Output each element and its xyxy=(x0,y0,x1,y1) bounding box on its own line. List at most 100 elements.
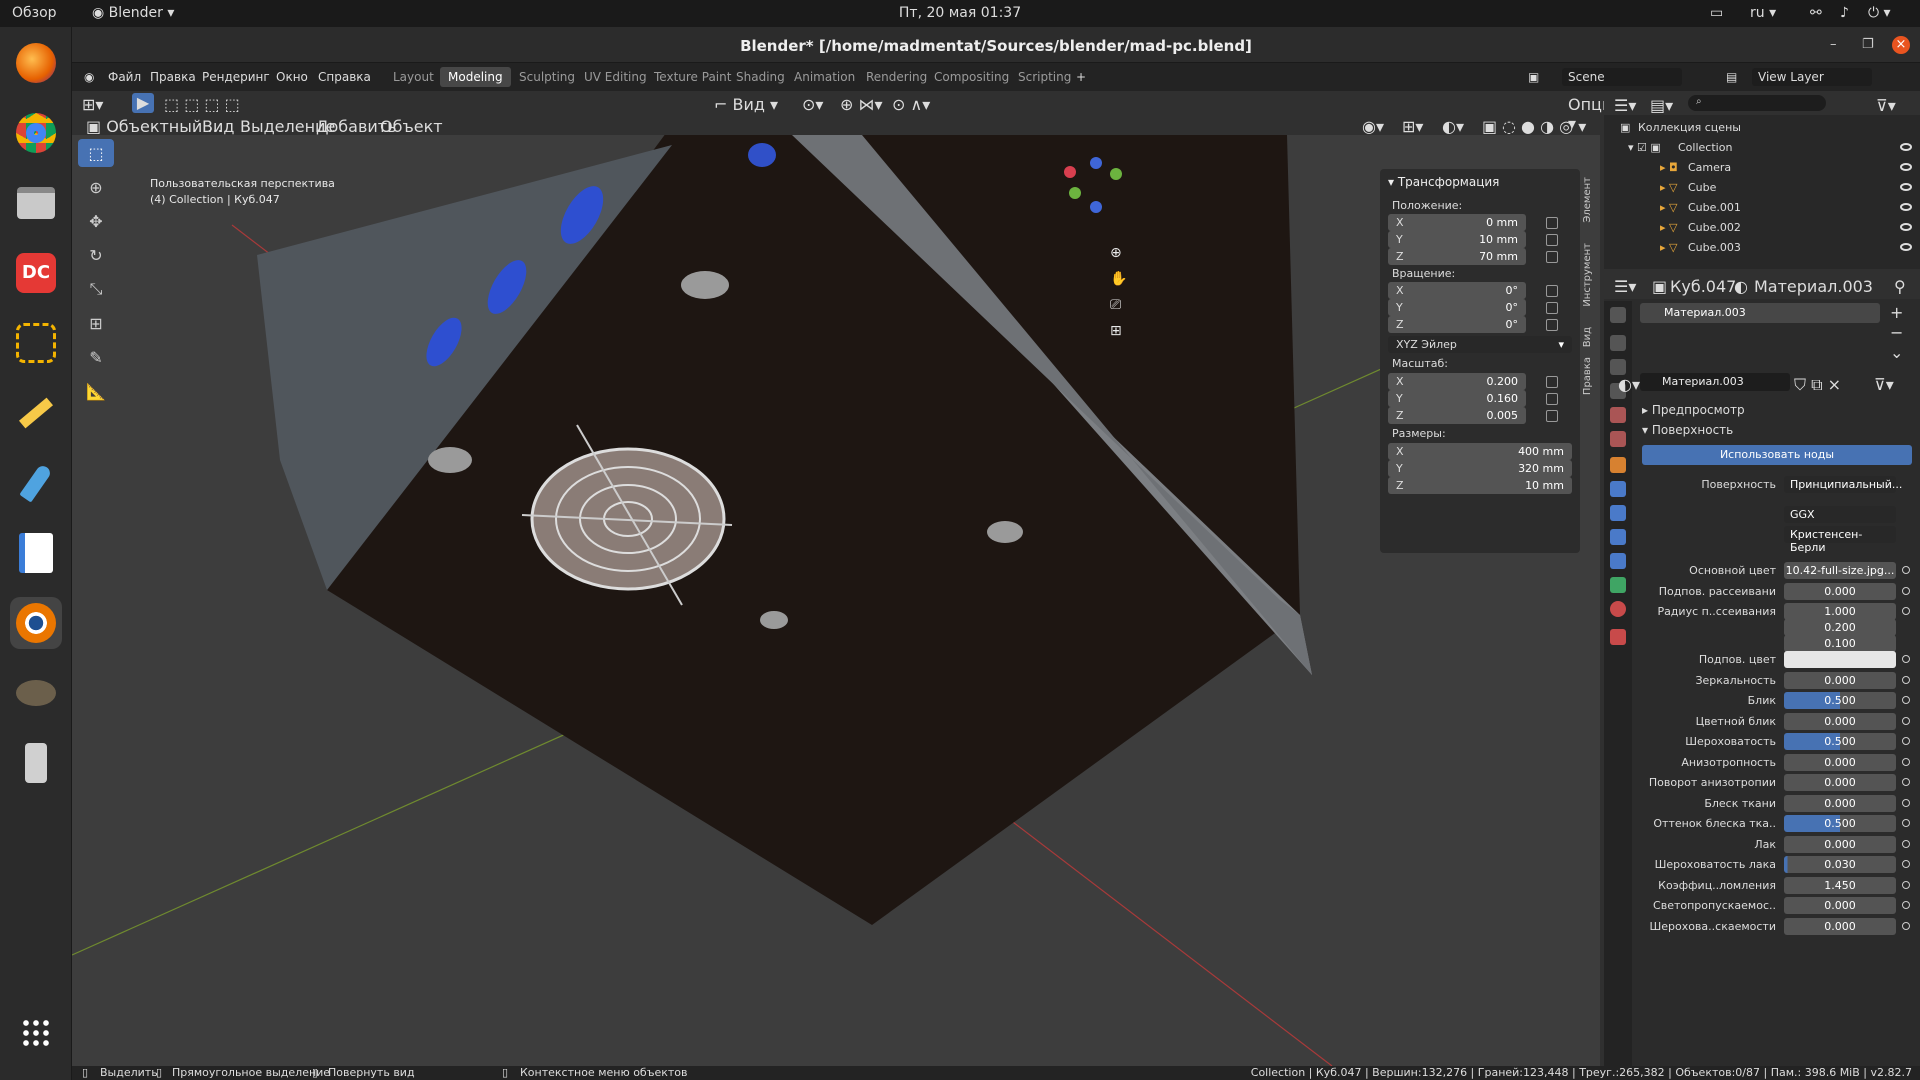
visibility-icon[interactable]: ◉▾ xyxy=(1362,117,1384,136)
tab-animation[interactable]: Animation xyxy=(786,67,863,87)
material-slot[interactable]: Материал.003 xyxy=(1640,303,1880,323)
eye-icon[interactable] xyxy=(1900,143,1912,151)
socket-icon[interactable] xyxy=(1902,839,1910,848)
scene-field[interactable]: Scene xyxy=(1562,68,1682,86)
zoom-icon[interactable]: ⊕ xyxy=(1110,245,1122,261)
pivot-icon[interactable]: ⊙▾ xyxy=(802,95,823,114)
gizmo-icon[interactable]: ⊞▾ xyxy=(1402,117,1423,136)
editor-type-icon[interactable]: ⊞▾ xyxy=(82,95,103,114)
lock-icon[interactable] xyxy=(1546,302,1558,314)
blender-icon[interactable] xyxy=(10,597,62,649)
lock-icon[interactable] xyxy=(1546,319,1558,331)
material-actions-icons[interactable]: ⛉ ⧉ × xyxy=(1794,375,1841,395)
scale-icon[interactable]: ⤡ xyxy=(78,275,114,303)
language-indicator[interactable]: ru ▾ xyxy=(1750,5,1776,21)
particles-tab-icon[interactable] xyxy=(1610,505,1626,521)
outliner-scene-collection[interactable]: ▣ Коллекция сцены xyxy=(1604,117,1920,137)
physics-tab-icon[interactable] xyxy=(1610,529,1626,545)
scene-tab-icon[interactable] xyxy=(1610,407,1626,423)
constraints-tab-icon[interactable] xyxy=(1610,553,1626,569)
use-nodes-button[interactable]: Использовать ноды xyxy=(1642,445,1912,465)
prop-value-field[interactable]: 0.500 xyxy=(1784,815,1896,832)
prop-value-field[interactable]: 0.000 xyxy=(1784,582,1896,600)
files-icon[interactable] xyxy=(10,177,62,229)
lock-icon[interactable] xyxy=(1546,393,1558,405)
measure-icon[interactable]: 📐 xyxy=(78,377,114,405)
rocket-icon[interactable] xyxy=(10,457,62,509)
chrome-icon[interactable] xyxy=(10,107,62,159)
tab-texture-paint[interactable]: Texture Paint xyxy=(646,67,739,87)
dc-icon[interactable]: DC xyxy=(10,247,62,299)
tab-sculpting[interactable]: Sculpting xyxy=(511,67,583,87)
prop-value-field[interactable]: 0.000 xyxy=(1784,835,1896,853)
location-y-field[interactable]: Y 10 mm xyxy=(1388,231,1526,248)
rotation-mode-dropdown[interactable]: XYZ Эйлер ▾ xyxy=(1388,336,1572,353)
overlay-icon[interactable]: ◐▾ xyxy=(1442,117,1464,136)
modifier-tab-icon[interactable] xyxy=(1610,481,1626,497)
firefox-icon[interactable] xyxy=(10,37,62,89)
material-browse-icon[interactable]: ◐▾ xyxy=(1618,375,1640,394)
rotation-z-field[interactable]: Z 0° xyxy=(1388,316,1526,333)
close-icon[interactable]: × xyxy=(1892,36,1910,54)
snap-icon[interactable]: ⊕ ⋈▾ xyxy=(840,95,883,114)
socket-icon[interactable] xyxy=(1902,819,1910,827)
socket-icon[interactable] xyxy=(1902,566,1910,574)
tab-scripting[interactable]: Scripting xyxy=(1010,67,1079,87)
tab-modeling[interactable]: Modeling xyxy=(440,67,511,87)
lock-icon[interactable] xyxy=(1546,217,1558,229)
prop-value-field[interactable]: 0.000 xyxy=(1784,753,1896,771)
socket-icon[interactable] xyxy=(1902,880,1910,889)
menu-edit[interactable]: Правка xyxy=(150,70,196,84)
subsurface-method-dropdown[interactable]: Кристенсен-Берли xyxy=(1784,526,1896,554)
overview-button[interactable]: Обзор xyxy=(12,5,57,21)
cursor-icon[interactable]: ⊕ xyxy=(78,173,114,201)
add-slot-icon[interactable]: + xyxy=(1890,303,1903,322)
rotate-icon[interactable]: ↻ xyxy=(78,241,114,269)
data-tab-icon[interactable] xyxy=(1610,577,1626,593)
texture-tab-icon[interactable] xyxy=(1610,629,1626,645)
filter-icon[interactable]: ⊽▾ xyxy=(1876,96,1896,115)
eye-icon[interactable] xyxy=(1900,243,1912,251)
eye-icon[interactable] xyxy=(1900,223,1912,231)
view-layer-field[interactable]: View Layer xyxy=(1752,68,1872,86)
lock-icon[interactable] xyxy=(1546,251,1558,263)
prop-value-field[interactable]: 0.000 xyxy=(1784,794,1896,812)
prop-value-field[interactable]: 0.500 xyxy=(1784,692,1896,709)
surface-shader-dropdown[interactable]: Принципиальный... xyxy=(1784,476,1902,493)
view-orientation-dropdown[interactable]: ⌐ Вид ▾ xyxy=(714,95,778,114)
annotate-icon[interactable]: ✎ xyxy=(78,343,114,371)
prop-value-field[interactable]: 0.000 xyxy=(1784,774,1896,791)
prop-value-field[interactable]: 0.000 xyxy=(1784,897,1896,914)
output-tab-icon[interactable] xyxy=(1610,359,1626,375)
ortho-toggle-icon[interactable]: ⊞ xyxy=(1110,323,1122,339)
remove-slot-icon[interactable]: − xyxy=(1890,323,1903,342)
outliner-search[interactable]: ⌕ xyxy=(1688,95,1826,111)
menu-render[interactable]: Рендеринг xyxy=(202,70,270,84)
eye-icon[interactable] xyxy=(1900,203,1912,211)
menu-object[interactable]: Объект xyxy=(380,117,443,136)
tab-item[interactable]: Элемент xyxy=(1582,177,1593,223)
outliner-type-icon[interactable]: ☰▾ xyxy=(1614,96,1636,115)
lock-icon[interactable] xyxy=(1546,234,1558,246)
dimension-y-field[interactable]: Y 320 mm xyxy=(1388,460,1572,477)
socket-icon[interactable] xyxy=(1902,921,1910,930)
prop-value-field[interactable] xyxy=(1784,651,1896,668)
outliner-collection[interactable]: ▾ ☑ ▣ Collection xyxy=(1604,137,1920,157)
distribution-dropdown[interactable]: GGX xyxy=(1784,506,1896,523)
prop-value-field[interactable]: 0.000 xyxy=(1784,712,1896,730)
transform-icon[interactable]: ⊞ xyxy=(78,309,114,337)
socket-icon[interactable] xyxy=(1902,655,1910,663)
socket-icon[interactable] xyxy=(1902,675,1910,684)
socket-icon[interactable] xyxy=(1902,737,1910,745)
preview-panel[interactable]: ▸ Предпросмотр xyxy=(1642,403,1745,417)
outliner-item-cube[interactable]: ▸ ▽ Cube xyxy=(1604,177,1920,197)
material-selector[interactable]: Материал.003 xyxy=(1640,373,1790,391)
tab-view[interactable]: Вид xyxy=(1582,327,1593,347)
outliner-item-cube-002[interactable]: ▸ ▽ Cube.002 xyxy=(1604,217,1920,237)
select-box-icon[interactable]: ⬚ xyxy=(78,139,114,167)
screen-icon[interactable]: ▭ xyxy=(1710,5,1723,21)
socket-icon[interactable] xyxy=(1902,860,1910,868)
apps-grid-icon[interactable] xyxy=(10,1007,62,1059)
shading-modes-icons[interactable]: ◌ ● ◑ ◎ ▾ xyxy=(1502,117,1586,136)
tab-compositing[interactable]: Compositing xyxy=(926,67,1017,87)
